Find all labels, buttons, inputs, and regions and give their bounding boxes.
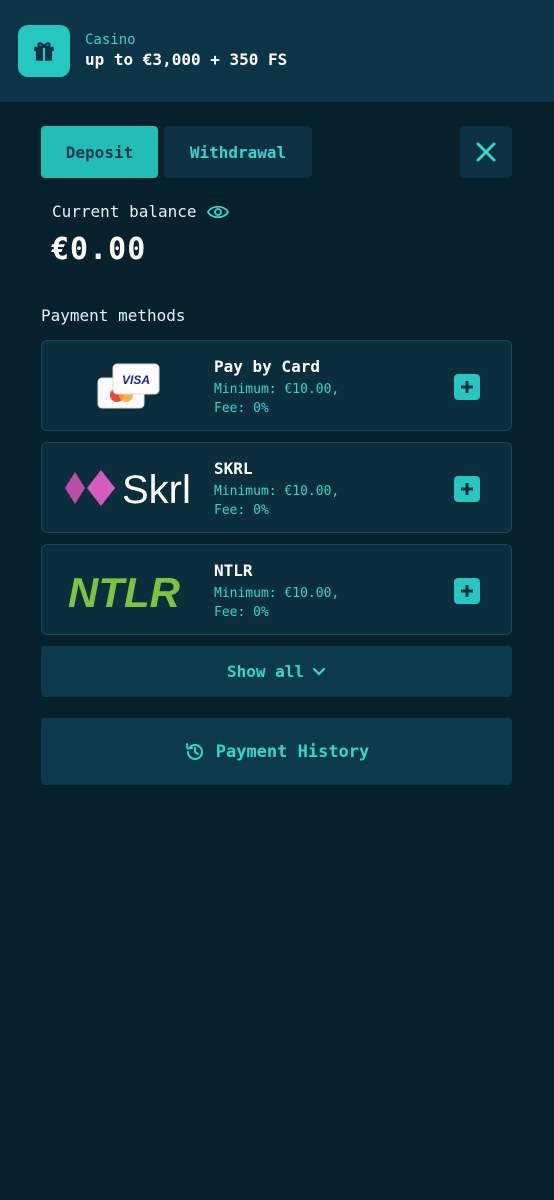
history-icon bbox=[185, 742, 203, 760]
method-fee: Fee: 0% bbox=[214, 605, 269, 620]
plus-icon bbox=[461, 381, 473, 393]
wallet-panel: Deposit Withdrawal Current balance €0.00… bbox=[41, 126, 512, 785]
payment-history-button[interactable]: Payment History bbox=[41, 718, 512, 785]
balance-amount: €0.00 bbox=[51, 232, 147, 267]
add-card-button[interactable] bbox=[454, 374, 480, 400]
card-logo: VISA bbox=[62, 351, 212, 421]
add-ntlr-button[interactable] bbox=[454, 578, 480, 604]
close-icon bbox=[476, 142, 496, 162]
show-all-label: Show all bbox=[226, 662, 305, 681]
visa-text: VISA bbox=[122, 373, 150, 387]
skrl-logo: Skrl bbox=[62, 453, 212, 523]
gift-icon bbox=[18, 25, 70, 77]
tab-withdrawal[interactable]: Withdrawal bbox=[164, 126, 312, 178]
plus-icon bbox=[461, 483, 473, 495]
method-fee: Fee: 0% bbox=[214, 401, 269, 416]
tab-deposit[interactable]: Deposit bbox=[41, 126, 158, 178]
ntlr-logo-text: NTLR bbox=[68, 569, 181, 616]
promo-label: Casino bbox=[85, 32, 136, 48]
promo-offer: up to €3,000 + 350 FS bbox=[85, 50, 288, 69]
method-minimum: Minimum: €10.00, bbox=[214, 382, 340, 397]
method-fee: Fee: 0% bbox=[214, 503, 269, 518]
method-minimum: Minimum: €10.00, bbox=[214, 586, 340, 601]
eye-icon[interactable] bbox=[206, 204, 229, 220]
payment-method-ntlr[interactable]: NTLR NTLR Minimum: €10.00, Fee: 0% bbox=[41, 544, 512, 635]
plus-icon bbox=[461, 585, 473, 597]
ntlr-logo: NTLR bbox=[62, 555, 212, 625]
method-name: Pay by Card bbox=[214, 357, 320, 376]
method-name: NTLR bbox=[214, 561, 253, 580]
add-skrl-button[interactable] bbox=[454, 476, 480, 502]
payment-methods-title: Payment methods bbox=[41, 306, 186, 325]
method-minimum: Minimum: €10.00, bbox=[214, 484, 340, 499]
promo-banner[interactable]: Casino up to €3,000 + 350 FS bbox=[0, 0, 554, 102]
balance-label: Current balance bbox=[52, 202, 197, 221]
chevron-down-icon bbox=[312, 667, 326, 676]
close-button[interactable] bbox=[460, 126, 512, 178]
method-name: SKRL bbox=[214, 459, 253, 478]
balance-header: Current balance bbox=[52, 202, 229, 221]
show-all-button[interactable]: Show all bbox=[41, 646, 512, 697]
promo-text: Casino up to €3,000 + 350 FS bbox=[85, 31, 287, 71]
skrl-logo-text: Skrl bbox=[122, 468, 191, 512]
payment-history-label: Payment History bbox=[215, 741, 370, 762]
wallet-tabs: Deposit Withdrawal bbox=[41, 126, 512, 178]
payment-method-card[interactable]: VISA Pay by Card Minimum: €10.00, Fee: 0… bbox=[41, 340, 512, 431]
payment-method-skrl[interactable]: Skrl SKRL Minimum: €10.00, Fee: 0% bbox=[41, 442, 512, 533]
